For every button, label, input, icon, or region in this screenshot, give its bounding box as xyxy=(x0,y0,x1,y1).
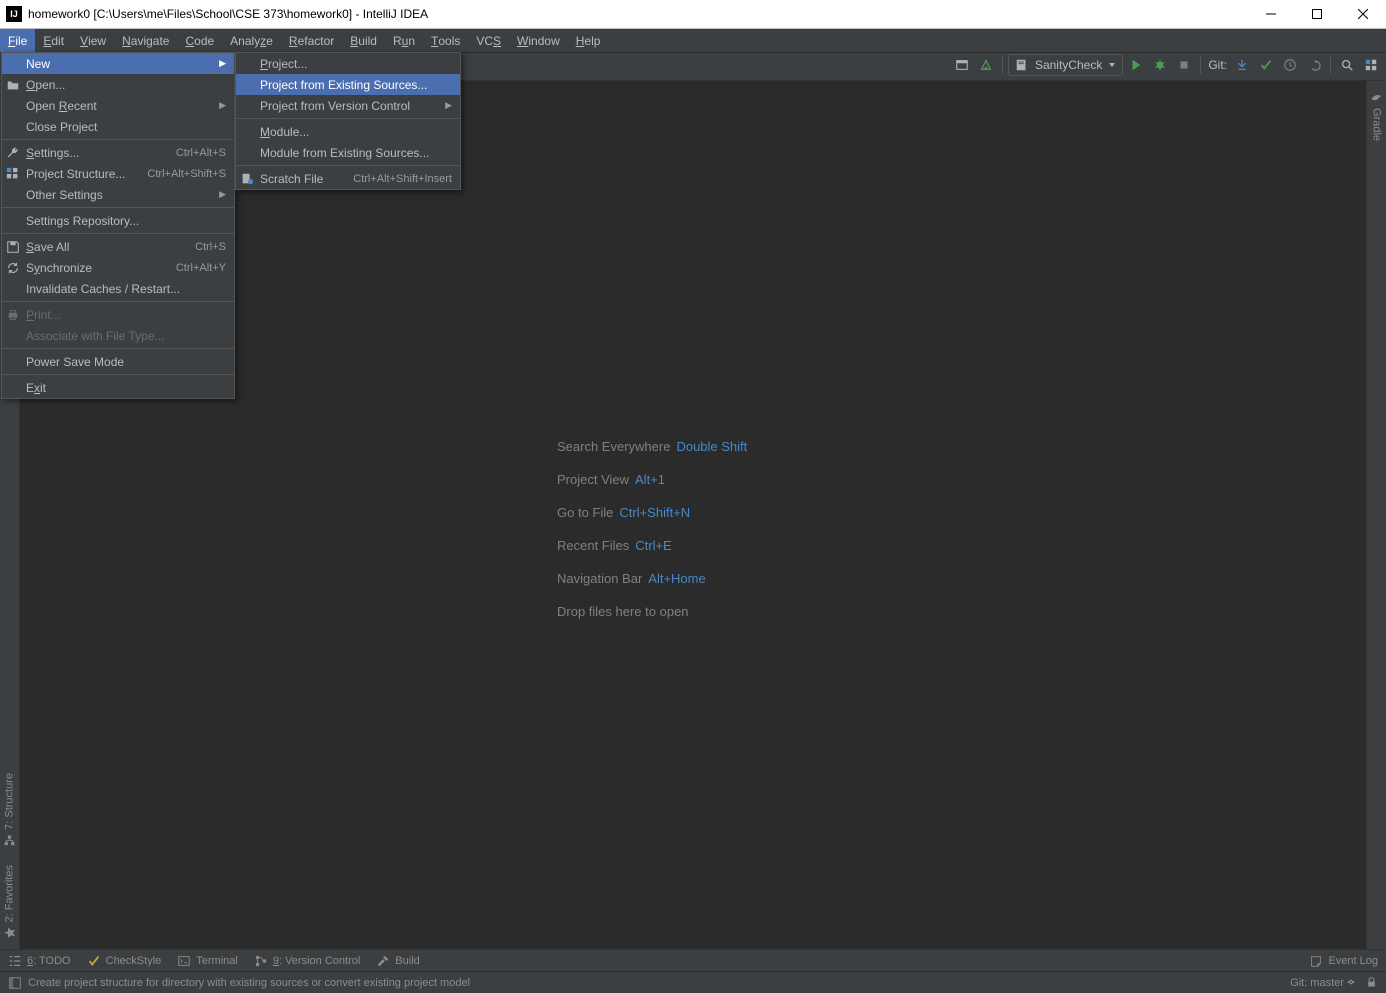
hint-drop-files: Drop files here to open xyxy=(557,604,747,619)
tool-todo[interactable]: 6: TODO xyxy=(8,954,71,968)
menu-settings[interactable]: Settings...Ctrl+Alt+S xyxy=(2,142,234,163)
menu-file[interactable]: File xyxy=(0,29,35,52)
window-title: homework0 [C:\Users\me\Files\School\CSE … xyxy=(28,7,1248,21)
menu-new-scratch[interactable]: Scratch FileCtrl+Alt+Shift+Insert xyxy=(236,168,460,189)
menu-new-module-existing[interactable]: Module from Existing Sources... xyxy=(236,142,460,163)
minimize-button[interactable] xyxy=(1248,0,1294,29)
menu-synchronize[interactable]: SynchronizeCtrl+Alt+Y xyxy=(2,257,234,278)
menu-new-module[interactable]: Module... xyxy=(236,121,460,142)
hint-goto-file: Go to FileCtrl+Shift+N xyxy=(557,505,747,520)
menu-vcs[interactable]: VCS xyxy=(468,29,509,52)
right-tool-gutter: Gradle xyxy=(1366,81,1386,949)
menu-other-settings[interactable]: Other Settings▶ xyxy=(2,184,234,205)
build-icon[interactable] xyxy=(975,54,997,76)
status-message: Create project structure for directory w… xyxy=(28,977,470,989)
menu-open[interactable]: Open... xyxy=(2,74,234,95)
structure-icon xyxy=(6,167,20,181)
welcome-hints: Search EverywhereDouble Shift Project Vi… xyxy=(557,439,747,619)
structure-icon xyxy=(3,834,16,847)
tool-terminal[interactable]: Terminal xyxy=(177,954,238,968)
menu-window[interactable]: Window xyxy=(509,29,568,52)
hammer-icon xyxy=(376,954,390,968)
stop-icon[interactable] xyxy=(1173,54,1195,76)
menu-exit[interactable]: Exit xyxy=(2,377,234,398)
toolbar: SanityCheck Git: xyxy=(951,53,1382,77)
status-git-branch[interactable]: Git: master xyxy=(1290,977,1355,989)
menu-settings-repo[interactable]: Settings Repository... xyxy=(2,210,234,231)
branch-menu-icon xyxy=(1347,978,1355,986)
menu-invalidate-caches[interactable]: Invalidate Caches / Restart... xyxy=(2,278,234,299)
close-button[interactable] xyxy=(1340,0,1386,29)
menu-refactor[interactable]: Refactor xyxy=(281,29,342,52)
menu-analyze[interactable]: Analyze xyxy=(222,29,281,52)
folder-icon xyxy=(6,78,20,92)
project-structure-icon[interactable] xyxy=(1360,54,1382,76)
run-config-select[interactable]: SanityCheck xyxy=(1008,54,1123,76)
menu-new-version-control[interactable]: Project from Version Control▶ xyxy=(236,95,460,116)
lock-icon[interactable] xyxy=(1365,976,1378,989)
checkstyle-icon xyxy=(87,954,101,968)
git-pull-icon[interactable] xyxy=(1231,54,1253,76)
hint-nav-bar: Navigation BarAlt+Home xyxy=(557,571,747,586)
menu-bar: File Edit View Navigate Code Analyze Ref… xyxy=(0,29,1386,53)
menu-open-recent[interactable]: Open Recent▶ xyxy=(2,95,234,116)
file-menu-dropdown: New▶ Open... Open Recent▶ Close Project … xyxy=(1,52,235,399)
hint-recent-files: Recent FilesCtrl+E xyxy=(557,538,747,553)
terminal-icon xyxy=(177,954,191,968)
debug-icon[interactable] xyxy=(1149,54,1171,76)
tool-version-control[interactable]: 9: Version Control xyxy=(254,954,360,968)
title-bar: IJ homework0 [C:\Users\me\Files\School\C… xyxy=(0,0,1386,29)
sidebar-structure[interactable]: 7: Structure xyxy=(3,769,16,851)
search-icon[interactable] xyxy=(1336,54,1358,76)
run-icon[interactable] xyxy=(1125,54,1147,76)
scratch-icon xyxy=(240,172,254,186)
menu-print: Print... xyxy=(2,304,234,325)
tool-build[interactable]: Build xyxy=(376,954,419,968)
exit-compact-icon[interactable] xyxy=(951,54,973,76)
menu-code[interactable]: Code xyxy=(177,29,222,52)
app-icon: IJ xyxy=(6,6,22,22)
status-panel-icon[interactable] xyxy=(8,976,22,990)
save-icon xyxy=(6,240,20,254)
sidebar-favorites[interactable]: 2: Favorites xyxy=(3,861,16,943)
menu-new[interactable]: New▶ xyxy=(2,53,234,74)
wrench-icon xyxy=(6,146,20,160)
git-history-icon[interactable] xyxy=(1279,54,1301,76)
maximize-button[interactable] xyxy=(1294,0,1340,29)
event-log-icon xyxy=(1309,954,1323,968)
menu-run[interactable]: Run xyxy=(385,29,423,52)
menu-associate-filetype: Associate with File Type... xyxy=(2,325,234,346)
dropdown-arrow-icon xyxy=(1108,61,1116,69)
menu-power-save[interactable]: Power Save Mode xyxy=(2,351,234,372)
menu-close-project[interactable]: Close Project xyxy=(2,116,234,137)
hint-search: Search EverywhereDouble Shift xyxy=(557,439,747,454)
status-bar: Create project structure for directory w… xyxy=(0,971,1386,993)
menu-edit[interactable]: Edit xyxy=(35,29,72,52)
menu-view[interactable]: View xyxy=(72,29,114,52)
menu-new-project[interactable]: Project... xyxy=(236,53,460,74)
menu-project-structure[interactable]: Project Structure...Ctrl+Alt+Shift+S xyxy=(2,163,234,184)
menu-new-existing-sources[interactable]: Project from Existing Sources... xyxy=(236,74,460,95)
menu-save-all[interactable]: Save AllCtrl+S xyxy=(2,236,234,257)
gradle-icon xyxy=(1370,91,1383,104)
tool-event-log[interactable]: Event Log xyxy=(1309,954,1378,968)
menu-tools[interactable]: Tools xyxy=(423,29,468,52)
vcs-icon xyxy=(254,954,268,968)
hint-project-view: Project ViewAlt+1 xyxy=(557,472,747,487)
star-icon xyxy=(3,926,16,939)
menu-help[interactable]: Help xyxy=(568,29,609,52)
git-commit-icon[interactable] xyxy=(1255,54,1277,76)
git-label: Git: xyxy=(1206,58,1229,72)
new-submenu-dropdown: Project... Project from Existing Sources… xyxy=(235,52,461,190)
git-revert-icon[interactable] xyxy=(1303,54,1325,76)
todo-icon xyxy=(8,954,22,968)
run-config-label: SanityCheck xyxy=(1035,58,1102,72)
menu-navigate[interactable]: Navigate xyxy=(114,29,177,52)
sidebar-gradle[interactable]: Gradle xyxy=(1370,87,1383,145)
bottom-tool-bar: 6: TODO CheckStyle Terminal 9: Version C… xyxy=(0,949,1386,971)
sync-icon xyxy=(6,261,20,275)
print-icon xyxy=(6,308,20,322)
tool-checkstyle[interactable]: CheckStyle xyxy=(87,954,162,968)
menu-build[interactable]: Build xyxy=(342,29,385,52)
